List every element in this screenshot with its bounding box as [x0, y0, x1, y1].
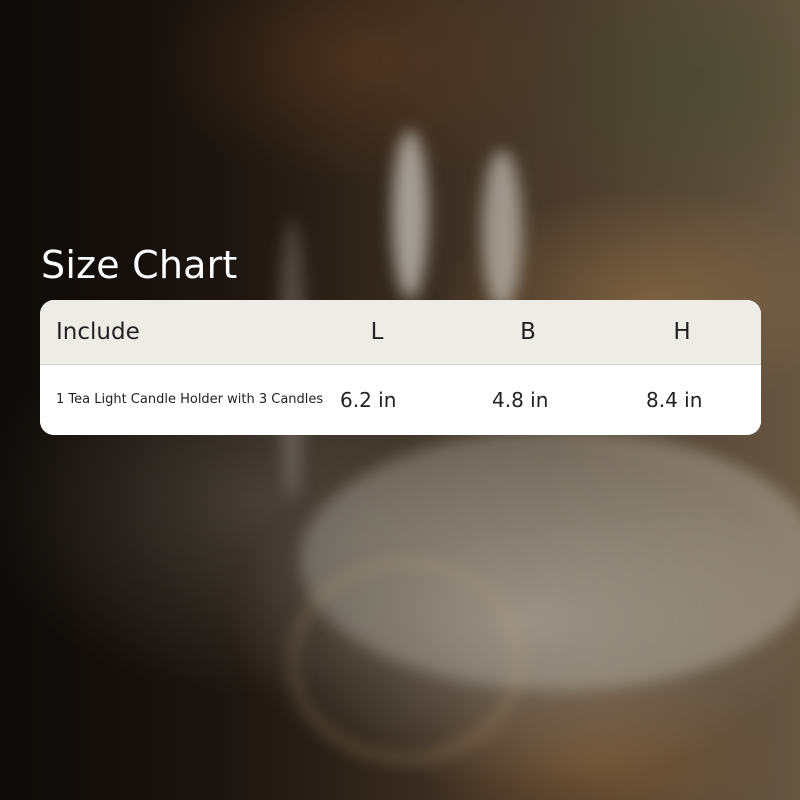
- table-header-row: Include L B H: [40, 300, 761, 365]
- size-table: Include L B H 1 Tea Light Candle Holder …: [40, 300, 761, 435]
- header-height: H: [673, 319, 691, 345]
- breadth-value: 4.8 in: [492, 388, 549, 412]
- size-chart-title: Size Chart: [41, 243, 238, 287]
- header-breadth: B: [520, 319, 536, 345]
- header-length: L: [370, 319, 384, 345]
- length-value: 6.2 in: [340, 388, 397, 412]
- header-include: Include: [56, 319, 140, 345]
- table-row: 1 Tea Light Candle Holder with 3 Candles…: [40, 365, 761, 435]
- height-value: 8.4 in: [646, 388, 703, 412]
- item-description: 1 Tea Light Candle Holder with 3 Candles: [56, 392, 324, 407]
